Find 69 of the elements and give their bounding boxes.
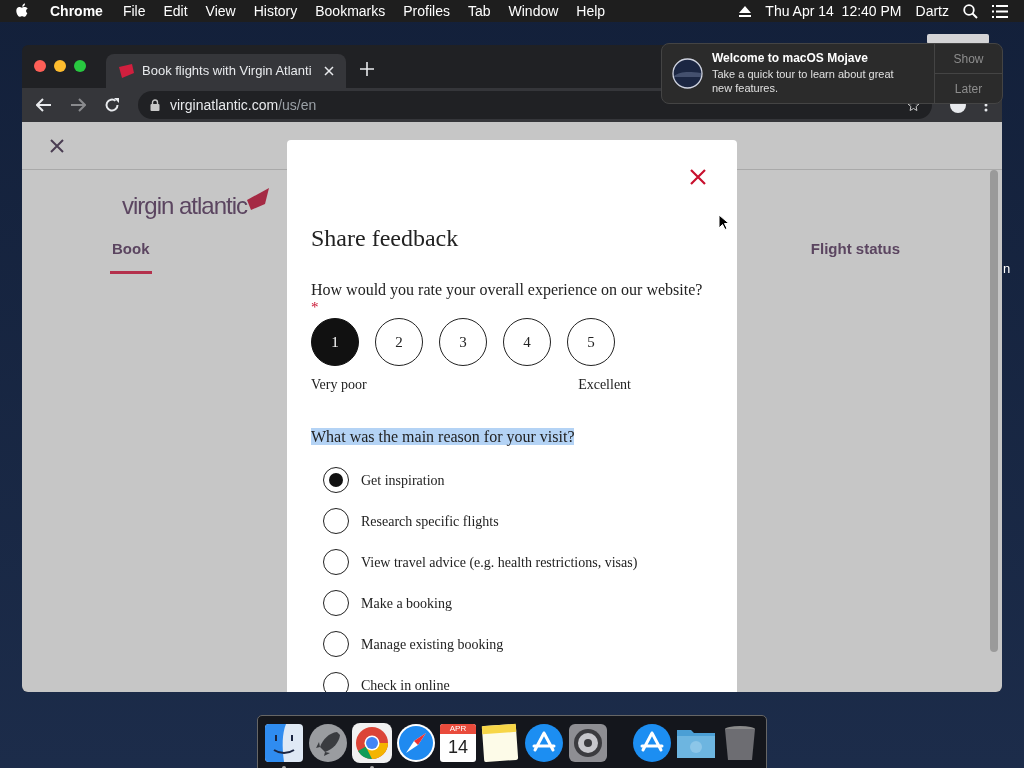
rating-option[interactable]: 3 [439,318,487,366]
zoom-window-button[interactable] [74,59,86,72]
menu-clock[interactable]: Thu Apr 14 12:40 PM [765,0,902,22]
drive-icon[interactable] [927,34,989,44]
virgin-atlantic-logo[interactable]: virgin atlantic [122,188,248,224]
calendar-icon[interactable]: APR 14 [440,724,476,762]
menu-item[interactable]: Tab [467,0,491,22]
dialog-title: Share feedback [311,224,460,252]
notification-toast[interactable]: Welcome to macOS Mojave Take a quick tour to learn about great new features. Show Later [661,43,1003,104]
nav-tab[interactable]: Book [110,238,152,274]
option-label[interactable]: View travel advice (e.g. health restrictions, visas) [361,551,638,573]
option-label[interactable]: Check in online [361,674,450,692]
rating-question: How would you rate your overall experience on our website? [311,280,704,300]
rating-option[interactable]: 2 [375,318,423,366]
nav-tab[interactable]: Flight status [808,238,902,274]
close-dialog-icon[interactable] [690,169,706,185]
url-text: virginatlantic.com/us/en [170,95,317,115]
gear-icon[interactable] [567,722,609,764]
notification-button[interactable]: Later [935,73,1002,103]
minimize-window-button[interactable] [54,59,66,72]
app-store-icon[interactable] [523,722,565,764]
tab-title: Book flights with Virgin Atlanti [142,62,312,81]
menu-item[interactable]: Help [576,0,606,22]
lock-icon [150,99,160,111]
user-name[interactable]: Dartz [915,0,949,22]
apple-icon[interactable] [16,3,30,19]
compass-icon[interactable] [395,722,437,764]
new-tab-icon[interactable] [360,61,374,76]
rating-option[interactable]: 1 [311,318,359,366]
eject-icon[interactable] [739,5,752,17]
rating-option[interactable]: 4 [503,318,551,366]
chrome-icon[interactable] [351,722,393,764]
close-tab-icon[interactable] [324,66,334,76]
menu-item[interactable]: Edit [163,0,188,22]
rating-low-label: Very poor [311,376,367,394]
notepad-icon[interactable] [479,722,521,764]
scrollbar[interactable] [990,170,998,652]
notification-title: Welcome to macOS Mojave [712,50,869,66]
menu-item[interactable]: Profiles [403,0,450,22]
notification-button[interactable]: Show [935,44,1002,73]
option-label[interactable]: Research specific flights [361,510,499,532]
app-menu[interactable]: Chrome [50,0,103,22]
desktop-icon-label: n [1003,260,1011,278]
reload-icon[interactable] [104,97,120,113]
menu-item[interactable]: History [253,0,298,22]
search-icon[interactable] [963,3,978,19]
list-icon[interactable] [992,4,1008,18]
close-icon[interactable] [50,138,64,153]
rating-option[interactable]: 5 [567,318,615,366]
mouse-cursor-icon [718,214,729,231]
browser-tab[interactable]: Book flights with Virgin Atlanti [106,54,346,88]
back-icon[interactable] [36,98,52,112]
option-label[interactable]: Get inspiration [361,469,445,491]
menu-item[interactable]: View [205,0,236,22]
rocket-icon[interactable] [307,722,349,764]
close-window-button[interactable] [34,59,46,72]
forward-icon[interactable] [70,98,86,112]
app-store-icon[interactable] [631,722,673,764]
mojave-icon [672,58,703,89]
visit-reason-question: What was the main reason for your visit? [311,428,575,445]
option-label[interactable]: Make a booking [361,592,452,614]
option-label[interactable]: Manage existing booking [361,633,504,655]
menu-item[interactable]: File [122,0,146,22]
menu-item[interactable]: Bookmarks [315,0,386,22]
menu-item[interactable]: Window [508,0,559,22]
tab-favicon-icon [118,64,134,78]
required-mark: * [311,300,319,314]
rating-high-label: Excellent [578,376,631,394]
finder-icon[interactable] [263,722,305,764]
